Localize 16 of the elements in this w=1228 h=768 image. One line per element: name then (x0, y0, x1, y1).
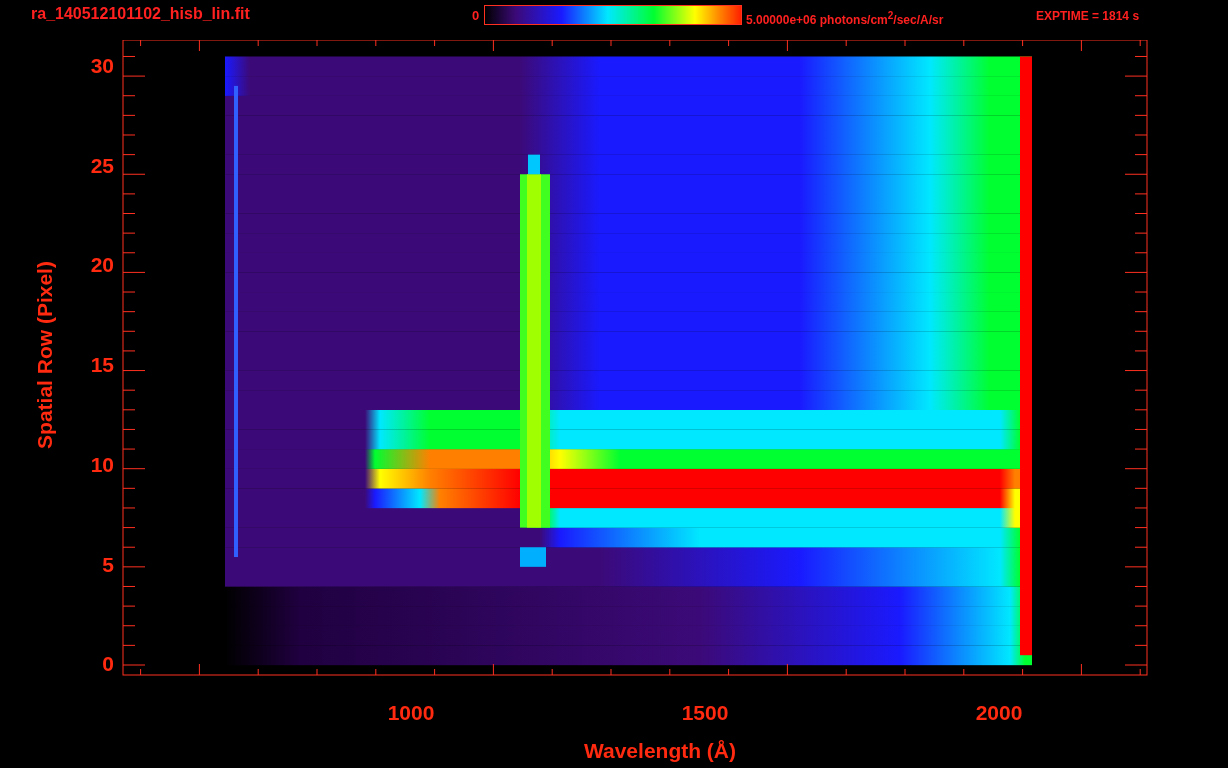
y-tick-label: 5 (102, 552, 114, 576)
x-tick-label: 1500 (681, 701, 729, 724)
x-tick-label: 2000 (975, 701, 1023, 724)
colorbar-max-label: 5.00000e+06 photons/cm$^{2}$/sec/A/sr (746, 9, 945, 29)
y-tick-label: 0 (102, 652, 114, 676)
exposure-time: EXPTIME = 1814 s (1036, 8, 1140, 25)
x-tick-label: 1000 (387, 701, 435, 724)
colorbar-min-label: 0 (472, 7, 481, 25)
file-name: ra_140512101102_hisb_lin.fit (31, 4, 251, 24)
x-axis-title: Wavelength (Å) (583, 739, 737, 762)
y-tick-label: 25 (90, 153, 114, 177)
y-tick-label: 30 (90, 54, 114, 77)
y-tick-label: 10 (90, 452, 114, 476)
y-tick-label: 15 (90, 353, 114, 377)
y-tick-label: 20 (90, 253, 114, 277)
y-axis-title: Spatial Row (Pixel) (33, 261, 56, 449)
